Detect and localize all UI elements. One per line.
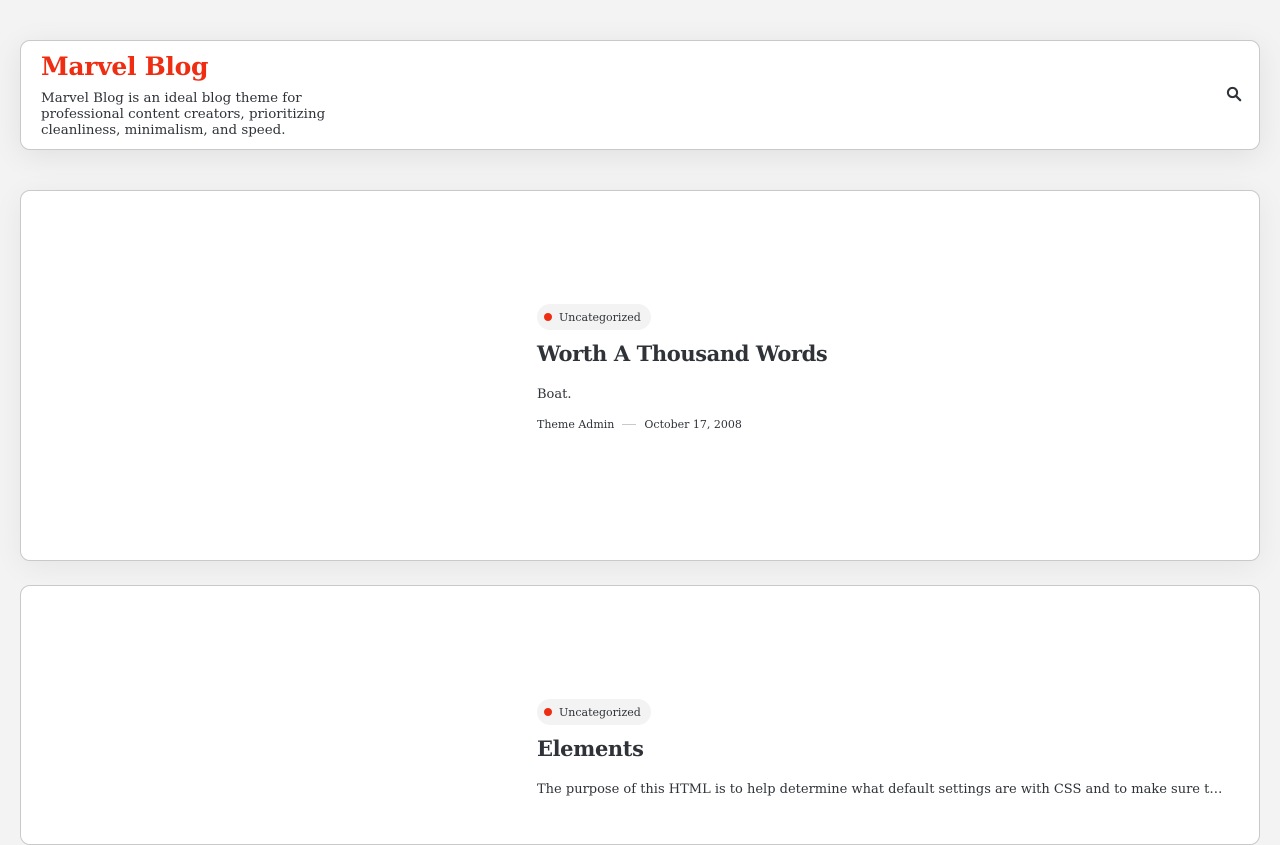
category-dot-icon: [544, 313, 552, 321]
search-icon: [1226, 86, 1242, 106]
post-title[interactable]: Elements: [537, 735, 1223, 763]
category-label: Uncategorized: [559, 310, 641, 324]
search-button[interactable]: [1223, 85, 1245, 107]
post-meta: Theme Admin October 17, 2008: [537, 418, 1223, 431]
post-card: Uncategorized Elements The purpose of th…: [20, 585, 1260, 845]
post-date[interactable]: October 17, 2008: [644, 418, 742, 431]
site-description: Marvel Blog is an ideal blog theme for p…: [41, 91, 326, 138]
post-excerpt: Boat.: [537, 387, 572, 402]
post-title[interactable]: Worth A Thousand Words: [537, 340, 1223, 368]
category-dot-icon: [544, 708, 552, 716]
meta-divider: [622, 424, 637, 425]
post-body: Uncategorized Worth A Thousand Words Boa…: [537, 304, 1223, 431]
site-header: Marvel Blog Marvel Blog is an ideal blog…: [20, 40, 1260, 150]
site-title[interactable]: Marvel Blog: [41, 52, 208, 81]
post-card: Uncategorized Worth A Thousand Words Boa…: [20, 190, 1260, 561]
category-badge[interactable]: Uncategorized: [537, 699, 651, 725]
category-badge[interactable]: Uncategorized: [537, 304, 651, 330]
post-body: Uncategorized Elements The purpose of th…: [537, 699, 1223, 799]
category-label: Uncategorized: [559, 705, 641, 719]
post-excerpt: The purpose of this HTML is to help dete…: [537, 782, 1223, 797]
post-author[interactable]: Theme Admin: [537, 418, 614, 431]
